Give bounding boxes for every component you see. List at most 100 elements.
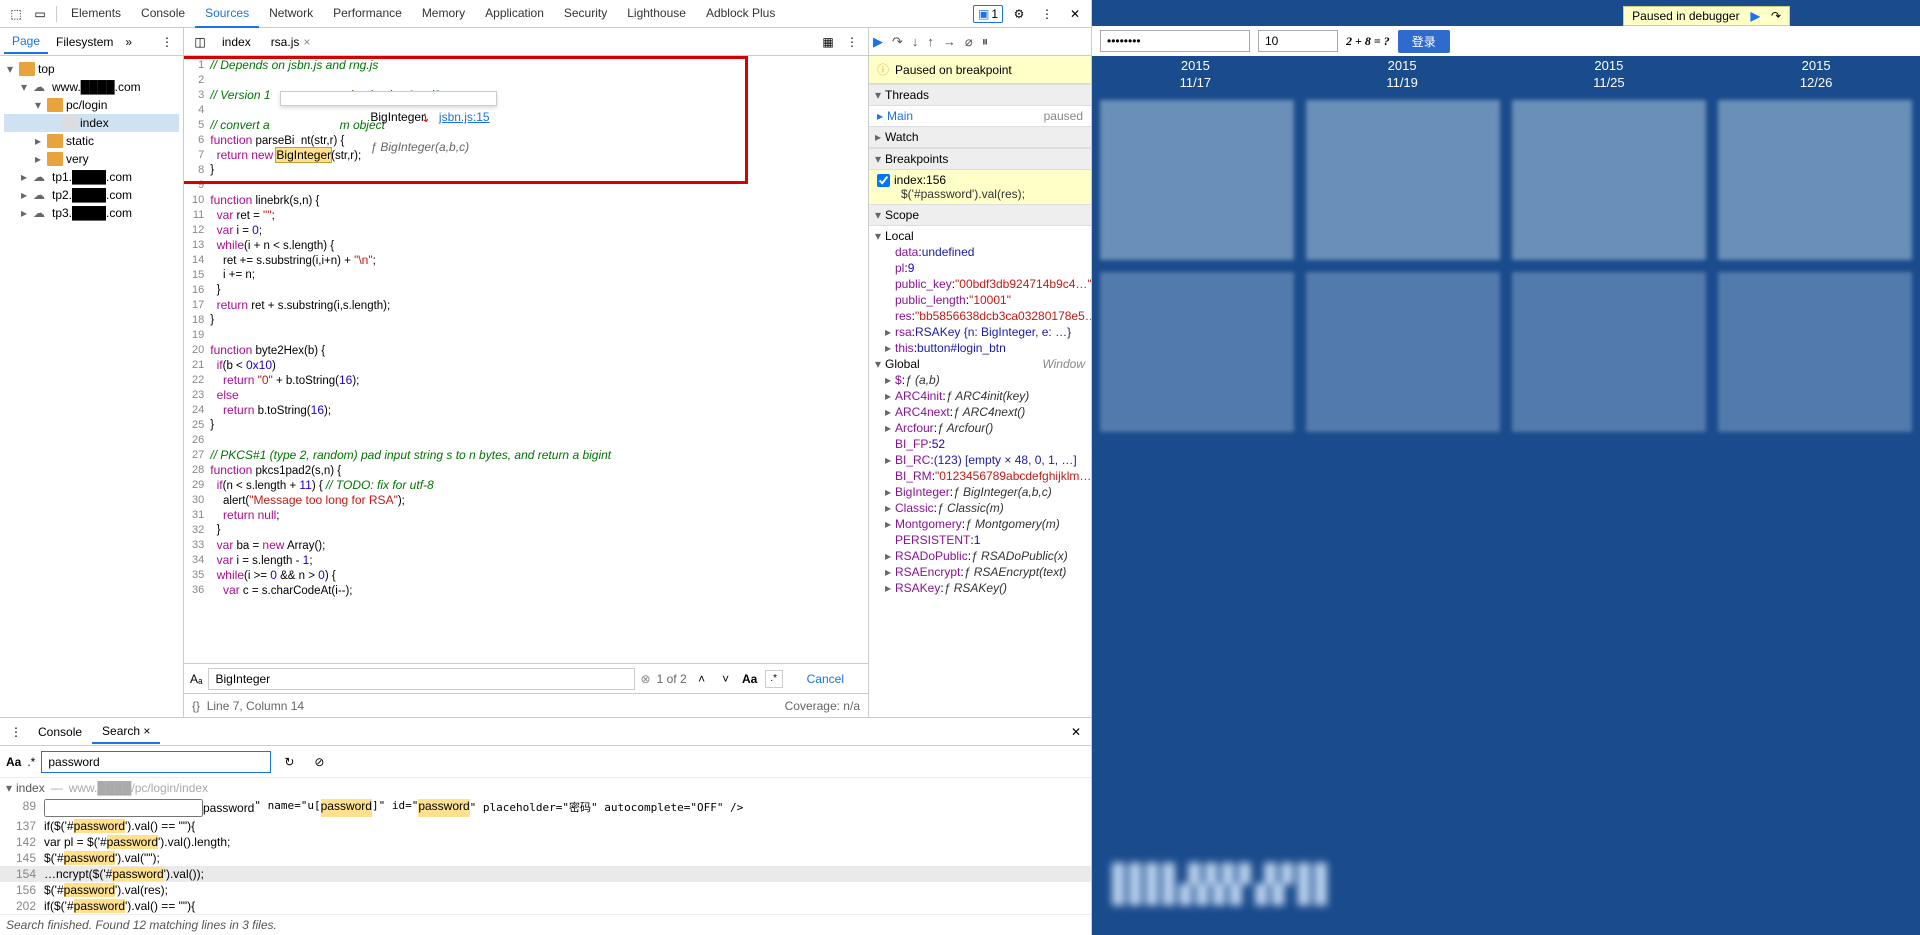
- search-input[interactable]: [41, 751, 271, 773]
- find-prev-icon[interactable]: ˄: [693, 670, 711, 688]
- code-line[interactable]: }: [210, 418, 868, 433]
- breakpoints-header[interactable]: ▾Breakpoints: [869, 148, 1091, 170]
- step-into-icon[interactable]: ↓: [912, 34, 919, 49]
- code-line[interactable]: ret += s.substring(i,i+n) + "\n";: [210, 253, 868, 268]
- code-line[interactable]: function pkcs1pad2(s,n) {: [210, 463, 868, 478]
- nav-tab-page[interactable]: Page: [4, 30, 48, 54]
- code-line[interactable]: [210, 433, 868, 448]
- clear-search-icon[interactable]: ⊘: [309, 752, 329, 772]
- scope-variable[interactable]: BI_FP: 52: [873, 436, 1087, 452]
- tab-close-icon[interactable]: ×: [143, 724, 150, 738]
- threads-header[interactable]: ▾Threads: [869, 84, 1091, 106]
- match-case-icon[interactable]: Aa: [6, 755, 21, 769]
- search-result-line[interactable]: 142var pl = $('#password').val().length;: [0, 834, 1091, 850]
- scope-variable[interactable]: res: "bb5856638dcb3ca03280178e5…": [873, 308, 1087, 324]
- login-button[interactable]: 登录: [1398, 30, 1450, 53]
- thumbnail[interactable]: [1718, 272, 1912, 432]
- code-editor[interactable]: 1234567891011121314151617181920212223242…: [184, 56, 868, 663]
- scope-variable[interactable]: PERSISTENT: 1: [873, 532, 1087, 548]
- scope-variable[interactable]: ▸BigInteger: ƒ BigInteger(a,b,c): [873, 484, 1087, 500]
- scope-variable[interactable]: ▸RSAKey: ƒ RSAKey(): [873, 580, 1087, 596]
- code-line[interactable]: [210, 178, 868, 193]
- thumbnail[interactable]: [1306, 100, 1500, 260]
- scope-variable[interactable]: pl: 9: [873, 260, 1087, 276]
- code-line[interactable]: return "0" + b.toString(16);: [210, 373, 868, 388]
- password-display[interactable]: [1100, 30, 1250, 52]
- settings-gear-icon[interactable]: ⚙: [1009, 4, 1029, 24]
- breakpoint-checkbox[interactable]: [877, 174, 890, 187]
- pill-step-icon[interactable]: ↷: [1771, 9, 1781, 23]
- code-line[interactable]: // PKCS#1 (type 2, random) pad input str…: [210, 448, 868, 463]
- panel-tab-performance[interactable]: Performance: [323, 0, 412, 28]
- panel-tab-sources[interactable]: Sources: [195, 0, 259, 28]
- watch-header[interactable]: ▸Watch: [869, 126, 1091, 148]
- scope-variable[interactable]: ▸this: button#login_btn: [873, 340, 1087, 356]
- code-line[interactable]: if(n < s.length + 11) { // TODO: fix for…: [210, 478, 868, 493]
- panel-tab-security[interactable]: Security: [554, 0, 617, 28]
- breakpoint-row[interactable]: index:156 $('#password').val(res);: [869, 170, 1091, 204]
- code-line[interactable]: // Depends on jsbn.js and rng.js: [210, 58, 868, 73]
- resume-icon[interactable]: ▶: [873, 34, 883, 50]
- thumbnail[interactable]: [1718, 100, 1912, 260]
- scope-variable[interactable]: ▸Arcfour: ƒ Arcfour(): [873, 420, 1087, 436]
- code-line[interactable]: alert("Message too long for RSA");: [210, 493, 868, 508]
- scope-group[interactable]: ▾GlobalWindow: [873, 356, 1087, 372]
- scope-variable[interactable]: BI_RM: "0123456789abcdefghijklm…": [873, 468, 1087, 484]
- scope-header[interactable]: ▾Scope: [869, 204, 1091, 226]
- drawer-tab-console[interactable]: Console: [28, 721, 92, 743]
- code-line[interactable]: function linebrk(s,n) {: [210, 193, 868, 208]
- tree-item[interactable]: ▸very: [4, 150, 179, 168]
- panel-tab-network[interactable]: Network: [259, 0, 323, 28]
- find-next-icon[interactable]: ˅: [717, 670, 735, 688]
- scope-variable[interactable]: ▸rsa: RSAKey {n: BigInteger, e: …}: [873, 324, 1087, 340]
- code-line[interactable]: function byte2Hex(b) {: [210, 343, 868, 358]
- number-input[interactable]: [1258, 30, 1338, 52]
- code-line[interactable]: return null;: [210, 508, 868, 523]
- find-input[interactable]: [208, 668, 634, 690]
- code-line[interactable]: else: [210, 388, 868, 403]
- code-line[interactable]: if(b < 0x10): [210, 358, 868, 373]
- match-case-toggle[interactable]: Aa: [741, 670, 759, 688]
- find-case-icon[interactable]: Aₐ: [190, 672, 202, 686]
- panel-tab-application[interactable]: Application: [475, 0, 554, 28]
- scope-variable[interactable]: ▸BI_RC: (123) [empty × 48, 0, 1, …]: [873, 452, 1087, 468]
- panel-tab-console[interactable]: Console: [131, 0, 195, 28]
- panel-tab-lighthouse[interactable]: Lighthouse: [617, 0, 696, 28]
- tree-item[interactable]: index: [4, 114, 179, 132]
- device-mode-icon[interactable]: ▭: [30, 4, 50, 24]
- step-over-icon[interactable]: ↷: [892, 34, 903, 50]
- thumbnail[interactable]: [1306, 272, 1500, 432]
- scope-variable[interactable]: data: undefined: [873, 244, 1087, 260]
- code-line[interactable]: }: [210, 313, 868, 328]
- code-line[interactable]: i += n;: [210, 268, 868, 283]
- code-line[interactable]: [210, 328, 868, 343]
- scope-variable[interactable]: ▸RSADoPublic: ƒ RSADoPublic(x): [873, 548, 1087, 564]
- tree-item[interactable]: ▾www.████.com: [4, 78, 179, 96]
- panel-tab-adblock-plus[interactable]: Adblock Plus: [696, 0, 785, 28]
- search-result-line[interactable]: 156$('#password').val(res);: [0, 882, 1091, 898]
- result-file-header[interactable]: ▾ index — www.████/pc/login/index: [0, 778, 1091, 798]
- nav-tab-filesystem[interactable]: Filesystem: [48, 31, 121, 53]
- thumbnail[interactable]: [1512, 100, 1706, 260]
- scope-variable[interactable]: public_length: "10001": [873, 292, 1087, 308]
- code-line[interactable]: }: [210, 283, 868, 298]
- find-cancel[interactable]: Cancel: [789, 670, 862, 688]
- scope-variable[interactable]: ▸Classic: ƒ Classic(m): [873, 500, 1087, 516]
- file-tab[interactable]: rsa.js×: [261, 31, 321, 53]
- panel-tab-elements[interactable]: Elements: [61, 0, 131, 28]
- code-line[interactable]: var ret = "";: [210, 208, 868, 223]
- search-result-line[interactable]: 145$('#password').val("");: [0, 850, 1091, 866]
- thumbnail[interactable]: [1512, 272, 1706, 432]
- scope-variable[interactable]: ▸Montgomery: ƒ Montgomery(m): [873, 516, 1087, 532]
- thumbnail[interactable]: [1100, 272, 1294, 432]
- tree-item[interactable]: ▸tp1.████.com: [4, 168, 179, 186]
- more-icon[interactable]: ⋮: [1037, 4, 1057, 24]
- tree-item[interactable]: ▸tp3.████.com: [4, 204, 179, 222]
- nav-more-icon[interactable]: ⋮: [155, 35, 179, 49]
- tree-item[interactable]: ▸tp2.████.com: [4, 186, 179, 204]
- code-line[interactable]: var ba = new Array();: [210, 538, 868, 553]
- inspect-icon[interactable]: ⬚: [6, 4, 26, 24]
- code-line[interactable]: while(i + n < s.length) {: [210, 238, 868, 253]
- drawer-more-icon[interactable]: ⋮: [6, 722, 26, 742]
- clear-find-icon[interactable]: ⊗: [641, 672, 651, 686]
